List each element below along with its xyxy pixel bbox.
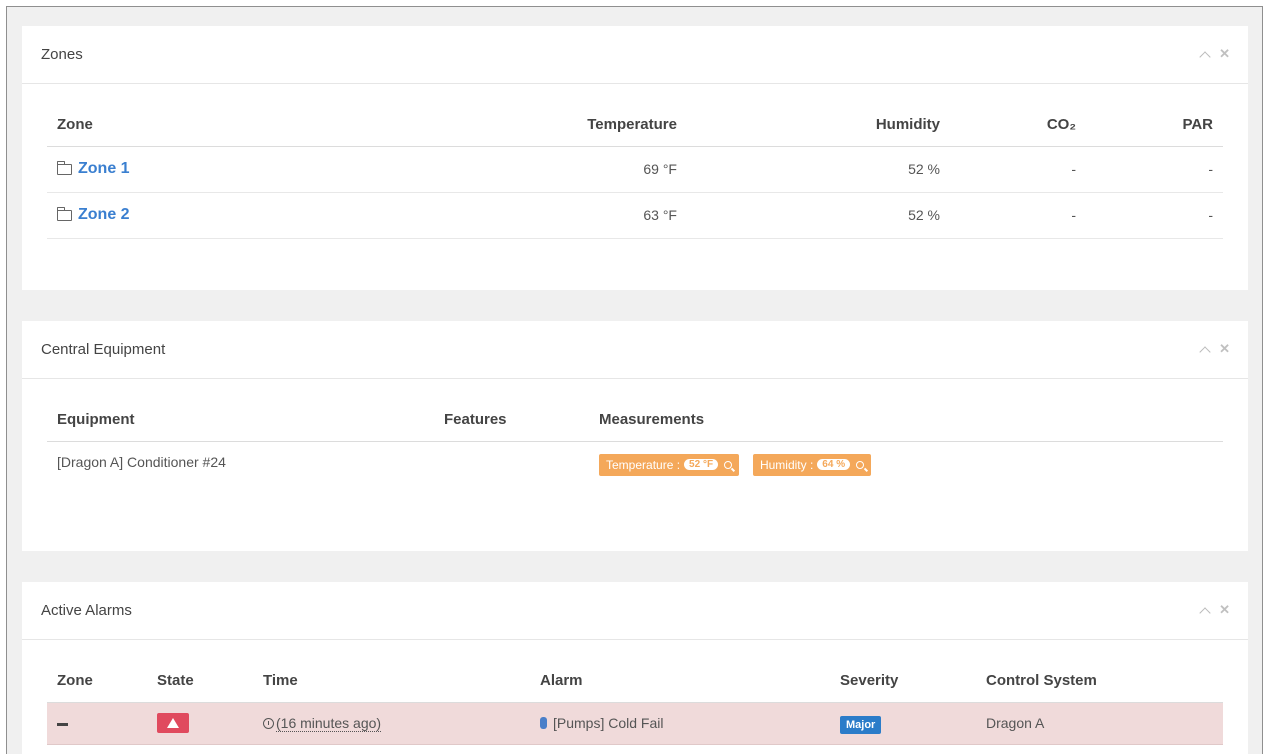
time-ago: (16 minutes ago) xyxy=(276,715,382,732)
table-row[interactable]: (16 minutes ago) [Pumps] Cold Fail Major… xyxy=(47,702,1223,745)
central-equipment-panel: Central Equipment ✕ Equipment Features M… xyxy=(22,321,1248,551)
col-measurements: Measurements xyxy=(589,398,1223,442)
alarm-cell: [Pumps] Cold Fail xyxy=(530,702,830,745)
equipment-table: Equipment Features Measurements [Dragon … xyxy=(47,398,1223,487)
col-features: Features xyxy=(434,398,589,442)
col-co2: CO₂ xyxy=(950,103,1086,147)
zones-panel: Zones ✕ Zone Temperature Humidity CO₂ PA… xyxy=(22,26,1248,290)
state-cell xyxy=(147,702,253,745)
col-zone: Zone xyxy=(47,659,147,703)
co2-value: - xyxy=(950,192,1086,239)
col-control-system: Control System xyxy=(976,659,1223,703)
panel-title: Active Alarms xyxy=(41,602,132,619)
clock-icon xyxy=(263,718,274,729)
drop-icon xyxy=(540,717,547,729)
chevron-up-icon[interactable] xyxy=(1199,604,1211,620)
central-panel-header: Central Equipment ✕ xyxy=(22,321,1248,379)
humidity-measurement-badge[interactable]: Humidity : 64 % xyxy=(752,453,872,476)
features-cell xyxy=(434,441,589,487)
zones-table: Zone Temperature Humidity CO₂ PAR Zone 1… xyxy=(47,103,1223,239)
active-alarms-panel: Active Alarms ✕ Zone State Time Alarm Se… xyxy=(22,582,1248,754)
col-par: PAR xyxy=(1086,103,1223,147)
panel-title: Central Equipment xyxy=(41,341,166,358)
par-value: - xyxy=(1086,146,1223,193)
close-icon[interactable]: ✕ xyxy=(1219,342,1230,359)
col-temperature: Temperature xyxy=(487,103,687,147)
temperature-value: 63 °F xyxy=(487,192,687,239)
dash-icon xyxy=(57,722,68,726)
folder-icon xyxy=(57,206,72,221)
co2-value: - xyxy=(950,146,1086,193)
zone-link[interactable]: Zone 2 xyxy=(57,206,130,224)
par-value: - xyxy=(1086,192,1223,239)
panel-title: Zones xyxy=(41,46,83,63)
col-alarm: Alarm xyxy=(530,659,830,703)
equipment-name: [Dragon A] Conditioner #24 xyxy=(57,453,226,470)
alarm-text: [Pumps] Cold Fail xyxy=(553,715,664,731)
table-row: [Dragon A] Conditioner #24 Temperature :… xyxy=(47,441,1223,487)
humidity-value: 52 % xyxy=(687,192,950,239)
alarms-table: Zone State Time Alarm Severity Control S… xyxy=(47,659,1223,745)
folder-icon xyxy=(57,160,72,175)
zone-link[interactable]: Zone 1 xyxy=(57,160,130,178)
search-icon xyxy=(856,460,865,469)
dashboard-frame: Zones ✕ Zone Temperature Humidity CO₂ PA… xyxy=(6,6,1263,754)
control-system-cell: Dragon A xyxy=(976,702,1223,745)
temperature-measurement-badge[interactable]: Temperature : 52 °F xyxy=(599,453,740,476)
col-state: State xyxy=(147,659,253,703)
humidity-value: 52 % xyxy=(687,146,950,193)
chevron-up-icon[interactable] xyxy=(1199,48,1211,64)
zone-cell xyxy=(47,702,147,745)
table-row: Zone 2 63 °F 52 % - - xyxy=(47,192,1223,239)
temperature-value: 69 °F xyxy=(487,146,687,193)
col-zone: Zone xyxy=(47,103,487,147)
severity-cell: Major xyxy=(830,702,976,745)
warning-icon xyxy=(157,713,189,733)
panel-tools: ✕ xyxy=(1199,603,1230,620)
measurements-cell: Temperature : 52 °F Humidity : 64 % xyxy=(589,441,1223,487)
close-icon[interactable]: ✕ xyxy=(1219,603,1230,620)
table-row: Zone 1 69 °F 52 % - - xyxy=(47,146,1223,193)
time-cell: (16 minutes ago) xyxy=(253,702,530,745)
close-icon[interactable]: ✕ xyxy=(1219,47,1230,64)
search-icon xyxy=(724,460,733,469)
col-severity: Severity xyxy=(830,659,976,703)
col-humidity: Humidity xyxy=(687,103,950,147)
panel-tools: ✕ xyxy=(1199,47,1230,64)
col-equipment: Equipment xyxy=(47,398,434,442)
zones-panel-header: Zones ✕ xyxy=(22,26,1248,84)
panel-tools: ✕ xyxy=(1199,342,1230,359)
severity-badge: Major xyxy=(840,716,882,734)
chevron-up-icon[interactable] xyxy=(1199,343,1211,359)
alarms-panel-header: Active Alarms ✕ xyxy=(22,582,1248,640)
col-time: Time xyxy=(253,659,530,703)
